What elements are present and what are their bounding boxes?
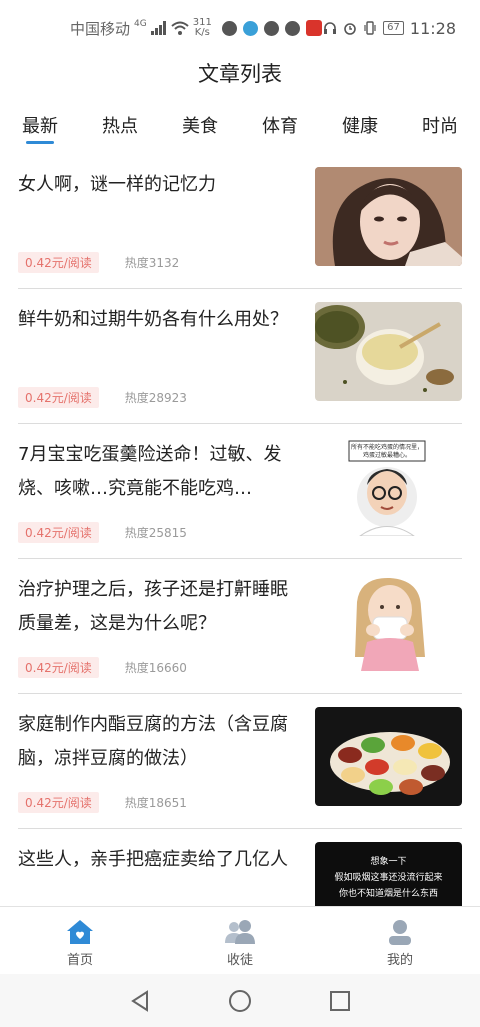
article-meta: 0.42元/阅读 热度25815 [18, 522, 187, 543]
article-thumbnail: 所有不能吃鸡蛋的情况里， 鸡蛋过敏最糟心。 [315, 437, 462, 536]
article-meta: 0.42元/阅读 热度18651 [18, 792, 187, 813]
article-thumbnail [315, 167, 462, 266]
price-tag: 0.42元/阅读 [18, 252, 99, 273]
tab-health[interactable]: 健康 [320, 108, 400, 148]
wifi-icon [171, 21, 189, 35]
recents-button[interactable] [325, 986, 355, 1016]
article-title: 7月宝宝吃蛋羹险送命！过敏、发烧、咳嗽…究竟能不能吃鸡… [18, 444, 282, 499]
vibrate-icon [364, 21, 376, 35]
heat-count: 热度3132 [124, 256, 180, 270]
article-meta: 0.42元/阅读 热度16660 [18, 657, 187, 678]
clock: 11:28 [409, 18, 456, 38]
carrier-name: 中国移动 [70, 19, 131, 38]
article-thumbnail [315, 572, 462, 671]
tab-food[interactable]: 美食 [160, 108, 240, 148]
article-item[interactable]: 治疗护理之后，孩子还是打鼾睡眠质量差，这是为什么呢？ 0.42元/阅读 热度16… [18, 559, 462, 694]
heat-count: 热度28923 [124, 391, 187, 405]
home-button[interactable] [225, 986, 255, 1016]
nav-label: 收徒 [226, 953, 253, 968]
red-app-icon [305, 20, 322, 36]
heat-count: 热度18651 [124, 796, 187, 810]
article-title: 这些人，亲手把癌症卖给了几亿人 [18, 849, 288, 870]
price-tag: 0.42元/阅读 [18, 522, 99, 543]
tab-hot[interactable]: 热点 [80, 108, 160, 148]
svg-text:鸡蛋过敏最糟心。: 鸡蛋过敏最糟心。 [363, 451, 411, 459]
article-title: 家庭制作内酯豆腐的方法（含豆腐脑，凉拌豆腐的做法） [18, 714, 288, 769]
nav-label: 我的 [386, 953, 413, 968]
users-icon [225, 920, 255, 944]
system-nav-bar [0, 974, 480, 1027]
recents-square-icon [330, 990, 350, 1011]
alarm-icon [344, 23, 356, 35]
article-item[interactable]: 7月宝宝吃蛋羹险送命！过敏、发烧、咳嗽…究竟能不能吃鸡… 0.42元/阅读 热度… [18, 424, 462, 559]
thumbnail-text: 假如吸烟这事还没流行起来 [334, 873, 443, 883]
app-notification-icon [221, 20, 237, 36]
home-circle-icon [229, 989, 251, 1012]
home-icon [67, 920, 93, 944]
tab-latest[interactable]: 最新 [0, 108, 80, 148]
thumbnail-text: 想象一下 [370, 857, 407, 867]
article-item[interactable]: 这些人，亲手把癌症卖给了几亿人 想象一下 假如吸烟这事还没流行起来 你也不知道烟… [18, 829, 462, 906]
heat-count: 热度25815 [124, 526, 187, 540]
category-tabs: 最新 热点 美食 体育 健康 时尚 [0, 108, 480, 148]
price-tag: 0.42元/阅读 [18, 387, 99, 408]
carrier-group: 中国移动 4G 311 K/s [70, 18, 212, 39]
tab-sports[interactable]: 体育 [240, 108, 320, 148]
article-title: 鲜牛奶和过期牛奶各有什么用处？ [18, 309, 288, 330]
browser-notification-icon [242, 20, 258, 36]
status-right: 67 11:28 [323, 19, 456, 38]
page-title: 文章列表 [198, 62, 282, 86]
article-title: 治疗护理之后，孩子还是打鼾睡眠质量差，这是为什么呢？ [18, 579, 288, 634]
nav-apprentice[interactable]: 收徒 [160, 907, 320, 974]
article-title: 女人啊，谜一样的记忆力 [18, 174, 216, 195]
speed-unit: K/s [194, 27, 210, 38]
notification-icons [221, 20, 322, 36]
article-item[interactable]: 女人啊，谜一样的记忆力 0.42元/阅读 热度3132 [18, 154, 462, 289]
battery-level: 67 [383, 21, 404, 35]
article-item[interactable]: 鲜牛奶和过期牛奶各有什么用处？ 0.42元/阅读 热度28923 [18, 289, 462, 424]
thumbnail-text: 你也不知道烟是什么东西 [338, 889, 438, 899]
heat-count: 热度16660 [124, 661, 187, 675]
price-tag: 0.42元/阅读 [18, 792, 99, 813]
article-meta: 0.42元/阅读 热度3132 [18, 252, 179, 273]
article-thumbnail [315, 302, 462, 401]
status-bar: 中国移动 4G 311 K/s 67 11:28 [0, 0, 480, 56]
article-list: 女人啊，谜一样的记忆力 0.42元/阅读 热度3132 鲜牛奶和过期牛奶各有什么… [0, 154, 480, 906]
svg-text:所有不能吃鸡蛋的情况里，: 所有不能吃鸡蛋的情况里， [351, 443, 423, 451]
app-notification-icon-2 [284, 20, 300, 36]
nav-home[interactable]: 首页 [0, 907, 160, 974]
bottom-nav: 首页 收徒 我的 [0, 906, 480, 974]
back-button[interactable] [125, 986, 155, 1016]
tab-fashion[interactable]: 时尚 [400, 108, 480, 148]
price-tag: 0.42元/阅读 [18, 657, 99, 678]
back-triangle-icon [131, 989, 148, 1012]
nav-label: 首页 [66, 953, 93, 968]
network-speed: 311 K/s [193, 18, 212, 38]
signal-icon [150, 21, 166, 35]
network-type: 4G [134, 19, 147, 29]
wechat-icon [263, 20, 279, 36]
article-thumbnail [315, 707, 462, 806]
article-thumbnail: 想象一下 假如吸烟这事还没流行起来 你也不知道烟是什么东西 [315, 842, 462, 906]
profile-icon [389, 920, 411, 945]
article-meta: 0.42元/阅读 热度28923 [18, 387, 187, 408]
nav-profile[interactable]: 我的 [320, 907, 480, 974]
headphones-icon [324, 22, 337, 34]
article-item[interactable]: 家庭制作内酯豆腐的方法（含豆腐脑，凉拌豆腐的做法） 0.42元/阅读 热度186… [18, 694, 462, 829]
